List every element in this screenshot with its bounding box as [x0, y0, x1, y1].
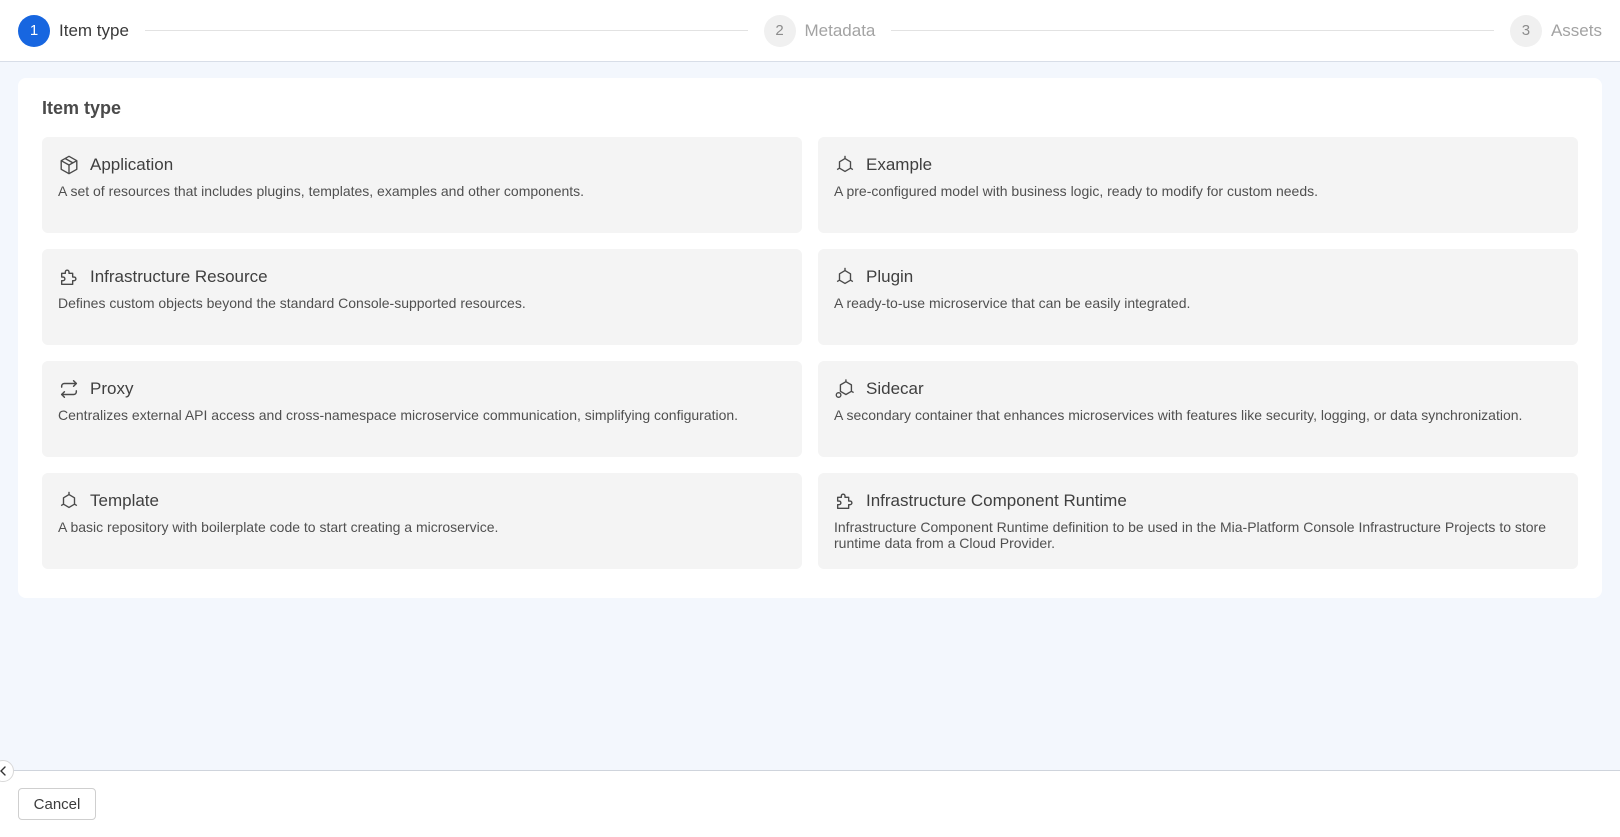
- option-description: A set of resources that includes plugins…: [58, 183, 585, 199]
- step-number: 3: [1509, 14, 1542, 47]
- sidecar-icon: [834, 378, 856, 400]
- step-item-type: 1 Item type: [18, 14, 129, 47]
- option-title: Plugin: [866, 267, 914, 286]
- step-label: Item type: [59, 20, 129, 40]
- item-type-grid: Application A set of resources that incl…: [42, 137, 1578, 569]
- step-number: 1: [18, 14, 50, 47]
- option-plugin[interactable]: Plugin A ready-to-use microservice that …: [818, 249, 1578, 345]
- step-label: Assets: [1550, 20, 1602, 40]
- option-title: Sidecar: [866, 379, 924, 398]
- step-connector: [144, 30, 748, 31]
- option-description: A pre-configured model with business log…: [834, 183, 1319, 199]
- card-title: Item type: [42, 98, 122, 118]
- puzzle-icon: [58, 266, 80, 288]
- package-icon: [58, 154, 80, 176]
- option-example[interactable]: Example A pre-configured model with busi…: [818, 137, 1578, 233]
- option-description: Centralizes external API access and cros…: [58, 407, 739, 423]
- main-content: Item type Application A set of resources…: [0, 62, 1620, 770]
- cancel-button[interactable]: Cancel: [18, 788, 96, 820]
- option-title: Proxy: [90, 379, 134, 398]
- item-type-card: Item type Application A set of resources…: [18, 78, 1602, 598]
- option-title: Infrastructure Resource: [90, 267, 268, 286]
- option-proxy[interactable]: Proxy Centralizes external API access an…: [42, 361, 802, 457]
- option-infrastructure-component-runtime[interactable]: Infrastructure Component Runtime Infrast…: [818, 473, 1578, 569]
- swap-arrows-icon: [58, 378, 80, 400]
- option-title: Application: [90, 155, 174, 174]
- step-metadata: 2 Metadata: [763, 14, 876, 47]
- step-assets: 3 Assets: [1509, 14, 1602, 47]
- stepper: 1 Item type 2 Metadata 3 Assets: [0, 0, 1620, 62]
- step-number: 2: [763, 14, 796, 47]
- step-label: Metadata: [804, 20, 876, 40]
- microservice-icon: [834, 154, 856, 176]
- puzzle-icon: [834, 490, 856, 512]
- option-template[interactable]: Template A basic repository with boilerp…: [42, 473, 802, 569]
- option-description: A ready-to-use microservice that can be …: [834, 295, 1191, 311]
- chevron-left-icon: [0, 766, 6, 776]
- option-description: A secondary container that enhances micr…: [834, 407, 1523, 423]
- option-title: Template: [90, 491, 159, 510]
- option-description: Defines custom objects beyond the standa…: [58, 295, 526, 311]
- option-description: A basic repository with boilerplate code…: [58, 519, 499, 535]
- option-description: Infrastructure Component Runtime definit…: [834, 519, 1547, 551]
- option-infrastructure-resource[interactable]: Infrastructure Resource Defines custom o…: [42, 249, 802, 345]
- footer: Cancel: [0, 770, 1620, 837]
- option-sidecar[interactable]: Sidecar A secondary container that enhan…: [818, 361, 1578, 457]
- option-title: Example: [866, 155, 933, 174]
- step-connector: [891, 30, 1494, 31]
- microservice-icon: [834, 266, 856, 288]
- option-application[interactable]: Application A set of resources that incl…: [42, 137, 802, 233]
- option-title: Infrastructure Component Runtime: [866, 491, 1127, 510]
- microservice-icon: [58, 490, 80, 512]
